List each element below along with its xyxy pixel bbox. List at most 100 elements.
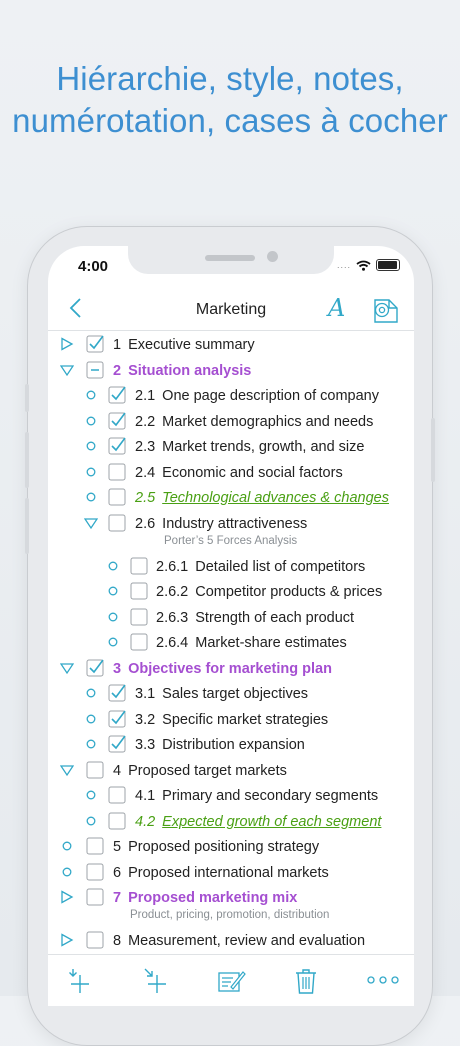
checkbox[interactable] <box>108 734 127 753</box>
outline-item[interactable]: 4.1 Primary and secondary segments <box>48 783 414 809</box>
outline-item[interactable]: 2.6.1 Detailed list of competitors <box>48 554 414 580</box>
outline-item[interactable]: 2.6.2 Competitor products & prices <box>48 579 414 605</box>
outline-item-label: Specific market strategies <box>162 711 329 728</box>
outline-item-text: 2.2 Market demographics and needs <box>135 414 373 430</box>
outline-item-text: 3 Objectives for marketing plan <box>113 661 332 677</box>
checkbox[interactable] <box>108 411 127 430</box>
outline-item-text: 7 Proposed marketing mix <box>113 890 297 906</box>
checkbox[interactable] <box>86 334 105 353</box>
outline-item-text: 6 Proposed international markets <box>113 865 329 881</box>
edit-note-icon[interactable] <box>216 967 246 995</box>
bottom-toolbar <box>48 954 414 1006</box>
outline-item-number: 1 <box>113 337 122 353</box>
checkbox[interactable] <box>108 785 127 804</box>
outline-item-text: 4.1 Primary and secondary segments <box>135 788 378 804</box>
checkbox[interactable] <box>86 862 105 881</box>
checkbox[interactable] <box>86 760 105 779</box>
add-child-icon[interactable] <box>142 967 170 995</box>
outline-item[interactable]: 2.6.3 Strength of each product <box>48 605 414 631</box>
nav-bar: Marketing A <box>48 290 414 331</box>
outline-item[interactable]: 7 Proposed marketing mix Product, pricing,… <box>48 885 414 928</box>
notch <box>128 246 334 274</box>
document-settings-icon[interactable] <box>370 296 400 324</box>
outline-item[interactable]: 2.5 Technological advances & changes <box>48 485 414 511</box>
outline-item-note: Product, pricing, promotion, distributio… <box>130 909 330 921</box>
status-icons: .... <box>337 259 400 271</box>
outline-item[interactable]: 6 Proposed international markets <box>48 860 414 886</box>
checkbox[interactable] <box>86 360 105 379</box>
outline-item-label: Distribution expansion <box>162 737 305 753</box>
expand-triangle-icon[interactable] <box>60 890 74 904</box>
outline-item[interactable]: 8 Measurement, review and evaluation <box>48 928 414 954</box>
outline-item-text: 2.6.4 Market-share estimates <box>156 635 347 651</box>
checkbox[interactable] <box>130 556 149 575</box>
bullet-circle-icon <box>108 561 118 570</box>
outline-item[interactable]: 4 Proposed target markets <box>48 758 414 784</box>
outline-item-text: 4.2 Expected growth of each segment <box>135 814 381 830</box>
collapse-triangle-icon[interactable] <box>60 661 74 675</box>
outline-item-text: 2.6 Industry attractiveness <box>135 516 307 532</box>
outline-item-label: Strength of each product <box>195 609 355 626</box>
outline-item-number: 4 <box>113 762 122 779</box>
outline-item-number: 3.1 <box>135 686 156 702</box>
checkbox[interactable] <box>130 632 149 651</box>
checkbox[interactable] <box>86 658 105 677</box>
checkbox[interactable] <box>130 607 149 626</box>
outline-item[interactable]: 2.6.4 Market-share estimates <box>48 630 414 656</box>
add-sibling-icon[interactable] <box>66 967 94 995</box>
outline-item[interactable]: 3 Objectives for marketing plan <box>48 656 414 682</box>
outline-item[interactable]: 1 Executive summary <box>48 332 414 358</box>
outline-item[interactable]: 2.2 Market demographics and needs <box>48 409 414 435</box>
checkbox[interactable] <box>86 836 105 855</box>
checkbox[interactable] <box>108 683 127 702</box>
collapse-triangle-icon[interactable] <box>84 516 98 530</box>
outline-item-text: 8 Measurement, review and evaluation <box>113 933 365 949</box>
checkbox[interactable] <box>108 462 127 481</box>
outline-item-number: 2.5 <box>135 490 156 506</box>
outline-item-number: 2.1 <box>135 388 156 404</box>
outline-item-number: 2.4 <box>135 464 156 481</box>
collapse-triangle-icon[interactable] <box>60 763 74 777</box>
expand-triangle-icon[interactable] <box>60 933 74 947</box>
checkbox[interactable] <box>108 385 127 404</box>
outline-item[interactable]: 2.1 One page description of company <box>48 383 414 409</box>
font-style-icon[interactable]: A <box>328 294 345 322</box>
checkbox[interactable] <box>108 811 127 830</box>
checkbox[interactable] <box>86 887 105 906</box>
bullet-circle-icon <box>86 441 96 451</box>
outline-item-number: 2.3 <box>135 439 156 455</box>
phone-volume-button <box>25 384 29 412</box>
outline-item-text: 1 Executive summary <box>113 337 255 353</box>
outline-item-label: Technological advances & changes <box>162 490 389 506</box>
checkbox[interactable] <box>108 709 127 728</box>
outline-item-label: Objectives for marketing plan <box>128 660 332 677</box>
expand-triangle-icon[interactable] <box>60 337 74 351</box>
checkbox[interactable] <box>86 930 105 949</box>
collapse-triangle-icon[interactable] <box>60 363 74 377</box>
outline-item[interactable]: 2 Situation analysis <box>48 358 414 384</box>
outline-item-label: Economic and social factors <box>162 464 343 481</box>
checkbox[interactable] <box>108 513 127 532</box>
outline-item-number: 2.6 <box>135 515 156 532</box>
outline-item[interactable]: 2.6 Industry attractiveness Porter’s 5 For… <box>48 511 414 554</box>
outline-item[interactable]: 3.3 Distribution expansion <box>48 732 414 758</box>
outline-item-number: 2.2 <box>135 413 156 430</box>
outline-item[interactable]: 2.4 Economic and social factors <box>48 460 414 486</box>
outline-item[interactable]: 2.3 Market trends, growth, and size <box>48 434 414 460</box>
outline-item-number: 2.6.4 <box>156 635 189 651</box>
checkbox[interactable] <box>108 436 127 455</box>
status-time: 4:00 <box>78 258 109 275</box>
outline-item-text: 2.6.1 Detailed list of competitors <box>156 559 365 575</box>
outline-item-number: 2.6.1 <box>156 558 189 575</box>
more-icon[interactable] <box>366 975 400 985</box>
outline-item[interactable]: 3.1 Sales target objectives <box>48 681 414 707</box>
outline-item[interactable]: 4.2 Expected growth of each segment <box>48 809 414 835</box>
checkbox[interactable] <box>108 487 127 506</box>
outline-item-number: 3.2 <box>135 711 156 728</box>
trash-icon[interactable] <box>294 967 318 995</box>
outline-item-label: Detailed list of competitors <box>195 558 366 575</box>
outline-item[interactable]: 5 Proposed positioning strategy <box>48 834 414 860</box>
outline-item[interactable]: 3.2 Specific market strategies <box>48 707 414 733</box>
checkbox[interactable] <box>130 581 149 600</box>
phone-volume-up-button <box>25 432 29 488</box>
